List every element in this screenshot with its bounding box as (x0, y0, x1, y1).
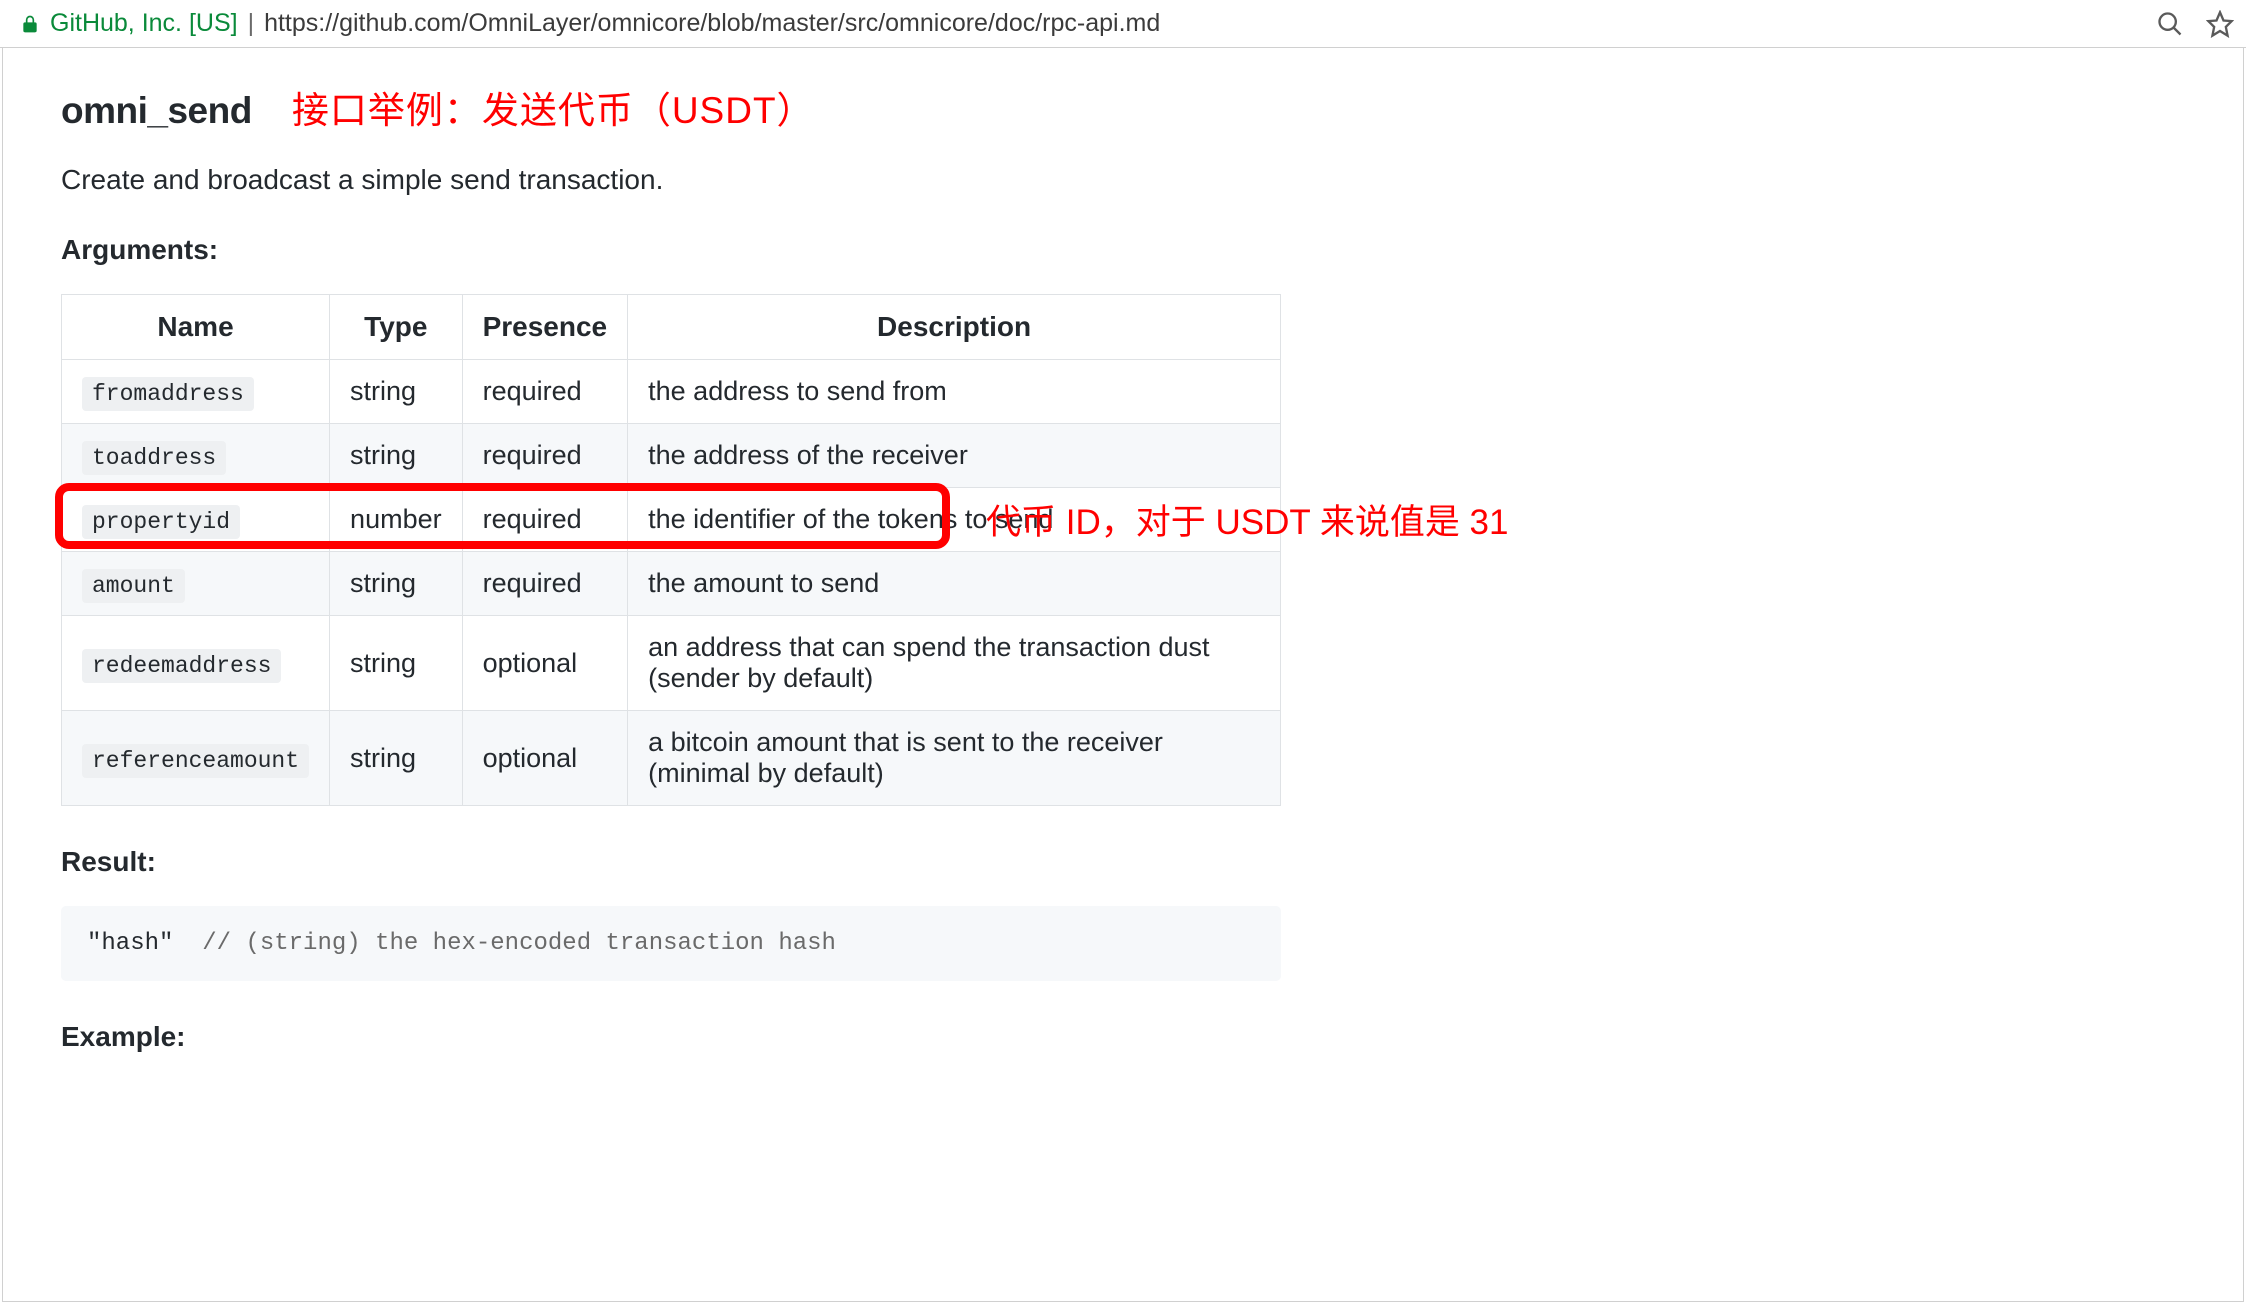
arg-type-cell: string (330, 711, 463, 806)
table-row: fromaddress stringrequiredthe address to … (62, 360, 1281, 424)
arg-name-cell: propertyid (62, 488, 330, 552)
th-description: Description (628, 295, 1281, 360)
arg-name-cell: referenceamount (62, 711, 330, 806)
arg-name-cell: toaddress (62, 424, 330, 488)
arg-name-code: referenceamount (82, 744, 309, 778)
table-row: toaddress stringrequiredthe address of th… (62, 424, 1281, 488)
arg-type-cell: number (330, 488, 463, 552)
result-literal: "hash" (87, 930, 173, 957)
arg-description-cell: the amount to send (628, 552, 1281, 616)
arg-type-cell: string (330, 360, 463, 424)
arguments-table-wrap: Name Type Presence Description fromaddre… (61, 294, 1281, 806)
arg-presence-cell: required (462, 488, 628, 552)
arg-type-cell: string (330, 552, 463, 616)
arg-description-cell: a bitcoin amount that is sent to the rec… (628, 711, 1281, 806)
table-row: amount stringrequiredthe amount to send (62, 552, 1281, 616)
arg-presence-cell: required (462, 424, 628, 488)
arg-description-cell: an address that can spend the transactio… (628, 616, 1281, 711)
arg-description-cell: the address of the receiver (628, 424, 1281, 488)
arguments-heading: Arguments: (61, 234, 2161, 266)
arg-description-cell: the address to send from (628, 360, 1281, 424)
page-body: omni_send 接口举例：发送代币（USDT） Create and bro… (2, 48, 2244, 1302)
api-method-heading: omni_send (61, 90, 252, 132)
browser-address-bar[interactable]: GitHub, Inc. [US] | https://github.com/O… (0, 0, 2246, 48)
arg-name-code: toaddress (82, 441, 226, 475)
zoom-icon[interactable] (2156, 10, 2184, 38)
separator: | (248, 9, 255, 38)
arg-name-cell: redeemaddress (62, 616, 330, 711)
page-url: https://github.com/OmniLayer/omnicore/bl… (264, 9, 1160, 38)
annotation-title: 接口举例：发送代币（USDT） (292, 80, 815, 134)
arg-presence-cell: optional (462, 616, 628, 711)
table-row: referenceamount stringoptionala bitcoin a… (62, 711, 1281, 806)
arg-presence-cell: optional (462, 711, 628, 806)
annotation-side: 代币 ID，对于 USDT 来说值是 31 (986, 494, 1508, 545)
arg-name-code: redeemaddress (82, 649, 281, 683)
arg-name-code: fromaddress (82, 377, 254, 411)
lock-icon (20, 13, 40, 35)
result-code-block: "hash" // (string) the hex-encoded trans… (61, 906, 1281, 981)
arg-presence-cell: required (462, 360, 628, 424)
arg-presence-cell: required (462, 552, 628, 616)
api-description: Create and broadcast a simple send trans… (61, 164, 2161, 196)
arg-name-cell: amount (62, 552, 330, 616)
result-heading: Result: (61, 846, 2161, 878)
star-icon[interactable] (2206, 10, 2234, 38)
table-row: redeemaddress stringoptionalan address th… (62, 616, 1281, 711)
site-identity: GitHub, Inc. [US] (50, 9, 238, 38)
arg-name-cell: fromaddress (62, 360, 330, 424)
arg-name-code: amount (82, 569, 185, 603)
table-header-row: Name Type Presence Description (62, 295, 1281, 360)
th-type: Type (330, 295, 463, 360)
example-heading: Example: (61, 1021, 2161, 1053)
arg-name-code: propertyid (82, 505, 240, 539)
result-comment: // (string) the hex-encoded transaction … (202, 930, 836, 957)
arguments-table: Name Type Presence Description fromaddre… (61, 294, 1281, 806)
th-presence: Presence (462, 295, 628, 360)
arg-type-cell: string (330, 616, 463, 711)
th-name: Name (62, 295, 330, 360)
arg-type-cell: string (330, 424, 463, 488)
